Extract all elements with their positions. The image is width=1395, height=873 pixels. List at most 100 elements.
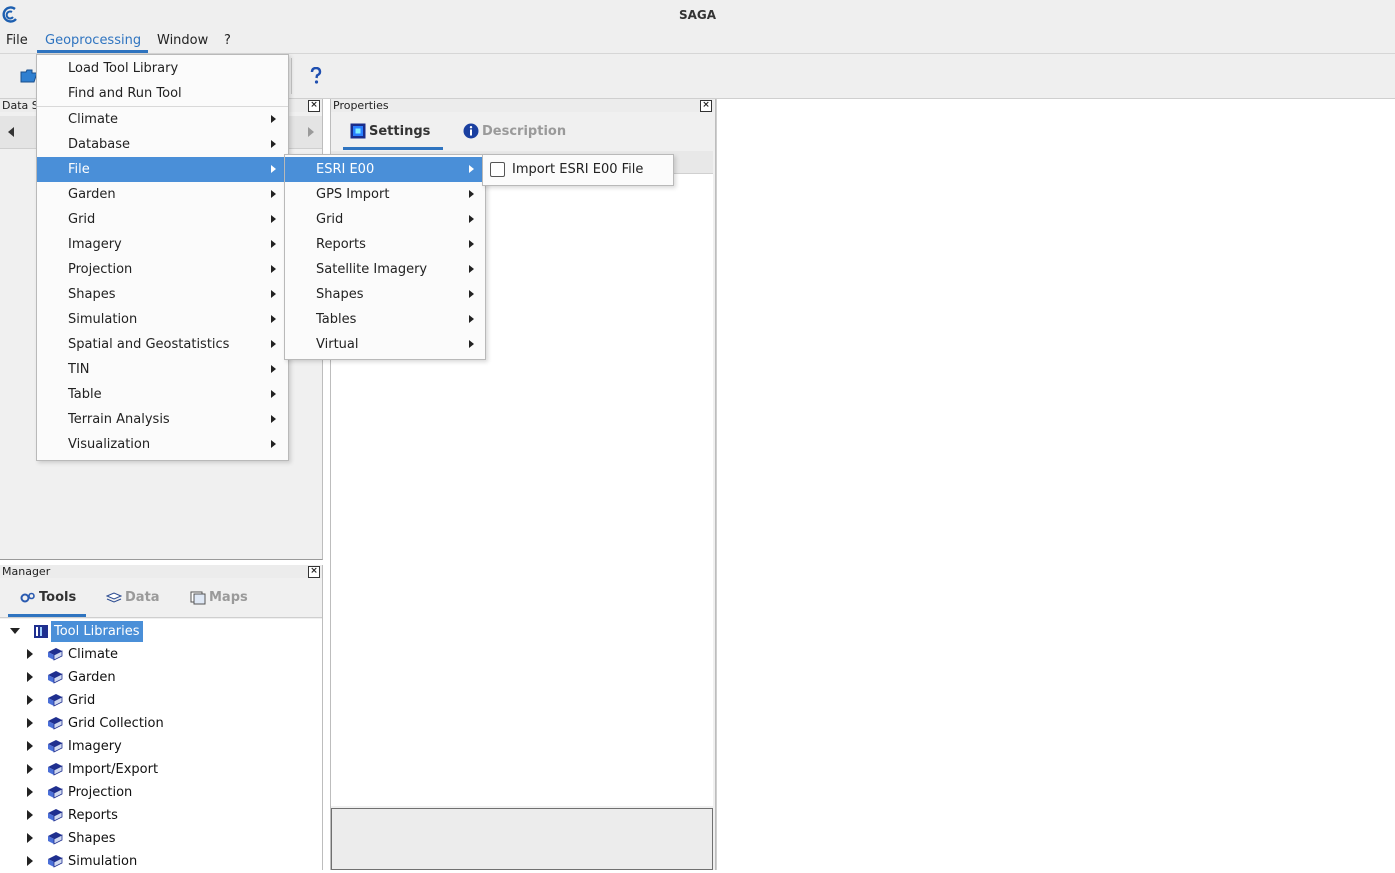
menu-item-label: Find and Run Tool <box>68 86 182 101</box>
tab-maps[interactable]: Maps <box>190 590 248 605</box>
tab-data[interactable]: Data <box>106 590 160 605</box>
menu-item-label: Load Tool Library <box>68 61 179 76</box>
submenu-arrow-icon <box>271 440 276 448</box>
expand-arrow-icon[interactable] <box>27 672 33 682</box>
menu-category-file[interactable]: File <box>37 157 288 182</box>
scroll-left-icon[interactable] <box>8 127 14 137</box>
expand-arrow-icon[interactable] <box>27 833 33 843</box>
menu-item-label: Reports <box>316 237 366 252</box>
submenu-virtual[interactable]: Virtual <box>285 332 485 357</box>
menu-help[interactable]: ? <box>224 33 231 48</box>
menu-window[interactable]: Window <box>157 33 208 48</box>
manager-title: Manager <box>2 565 51 578</box>
book-icon <box>48 809 63 822</box>
menu-category-visualization[interactable]: Visualization <box>37 432 288 457</box>
menu-category-tin[interactable]: TIN <box>37 357 288 382</box>
submenu-arrow-icon <box>271 315 276 323</box>
expand-arrow-icon[interactable] <box>27 856 33 866</box>
menu-load-tool-library[interactable]: Load Tool Library <box>37 56 288 81</box>
menu-item-label: Garden <box>68 187 116 202</box>
properties-title: Properties <box>333 99 389 112</box>
menu-item-label: Virtual <box>316 337 359 352</box>
menu-item-label: Database <box>68 137 131 152</box>
submenu-arrow-icon <box>469 315 474 323</box>
tab-settings[interactable]: Settings <box>350 123 430 139</box>
map-workspace[interactable] <box>716 99 1395 870</box>
menu-item-label: Satellite Imagery <box>316 262 428 277</box>
menu-category-database[interactable]: Database <box>37 132 288 157</box>
tree-root-row[interactable]: Tool Libraries <box>0 620 322 643</box>
menu-find-and-run-tool[interactable]: Find and Run Tool <box>37 81 288 106</box>
tree-item-grid[interactable]: Grid <box>0 689 322 712</box>
tree-item-garden[interactable]: Garden <box>0 666 322 689</box>
menu-category-grid[interactable]: Grid <box>37 207 288 232</box>
geoprocessing-menu: Load Tool Library Find and Run Tool Clim… <box>36 54 289 461</box>
book-icon <box>48 717 63 730</box>
tab-maps-label: Maps <box>209 590 248 605</box>
submenu-arrow-icon <box>271 290 276 298</box>
submenu-shapes[interactable]: Shapes <box>285 282 485 307</box>
submenu-arrow-icon <box>271 340 276 348</box>
menu-item-label: Imagery <box>68 237 122 252</box>
menu-category-imagery[interactable]: Imagery <box>37 232 288 257</box>
expand-arrow-icon[interactable] <box>27 649 33 659</box>
menu-import-esri-e00-file[interactable]: Import ESRI E00 File <box>483 157 673 182</box>
menu-category-projection[interactable]: Projection <box>37 257 288 282</box>
expand-arrow-icon[interactable] <box>27 810 33 820</box>
book-icon <box>48 855 63 868</box>
tab-description[interactable]: Description <box>463 123 566 139</box>
menu-category-simulation[interactable]: Simulation <box>37 307 288 332</box>
book-icon <box>48 694 63 707</box>
tab-tools[interactable]: Tools <box>20 590 76 605</box>
tree-item-imagery[interactable]: Imagery <box>0 735 322 758</box>
tree-item-climate[interactable]: Climate <box>0 643 322 666</box>
submenu-esri-e00[interactable]: ESRI E00 <box>285 157 485 182</box>
menu-file[interactable]: File <box>6 33 28 48</box>
menu-category-terrain-analysis[interactable]: Terrain Analysis <box>37 407 288 432</box>
tools-gear-icon <box>20 592 35 602</box>
tree-item-reports[interactable]: Reports <box>0 804 322 827</box>
tree-item-label: Simulation <box>68 854 138 869</box>
tool-checkbox-icon[interactable] <box>490 162 505 177</box>
submenu-arrow-icon <box>469 240 474 248</box>
expand-arrow-icon[interactable] <box>27 764 33 774</box>
book-icon <box>48 740 63 753</box>
manager-close-icon[interactable]: × <box>308 566 320 578</box>
menu-geoprocessing[interactable]: Geoprocessing <box>45 33 141 48</box>
scroll-right-icon[interactable] <box>308 127 314 137</box>
help-button[interactable] <box>301 61 331 91</box>
menu-category-climate[interactable]: Climate <box>37 107 288 132</box>
tree-item-shapes[interactable]: Shapes <box>0 827 322 850</box>
menu-category-shapes[interactable]: Shapes <box>37 282 288 307</box>
tree-item-label: Grid <box>68 693 96 708</box>
properties-close-icon[interactable]: × <box>700 100 712 112</box>
tree-item-import-export[interactable]: Import/Export <box>0 758 322 781</box>
menu-item-label: Terrain Analysis <box>68 412 170 427</box>
submenu-arrow-icon <box>271 215 276 223</box>
submenu-arrow-icon <box>469 340 474 348</box>
data-sources-close-icon[interactable]: × <box>308 100 320 112</box>
tree-item-projection[interactable]: Projection <box>0 781 322 804</box>
expand-arrow-icon[interactable] <box>27 741 33 751</box>
menu-category-table[interactable]: Table <box>37 382 288 407</box>
tree-item-label: Grid Collection <box>68 716 164 731</box>
menu-category-spatial-and-geostatistics[interactable]: Spatial and Geostatistics <box>37 332 288 357</box>
menu-item-label: Grid <box>316 212 344 227</box>
submenu-tables[interactable]: Tables <box>285 307 485 332</box>
tree-item-grid-collection[interactable]: Grid Collection <box>0 712 322 735</box>
book-icon <box>48 763 63 776</box>
submenu-satellite-imagery[interactable]: Satellite Imagery <box>285 257 485 282</box>
submenu-reports[interactable]: Reports <box>285 232 485 257</box>
tree-root-label[interactable]: Tool Libraries <box>51 621 143 642</box>
data-layers-icon <box>106 591 122 603</box>
esri-e00-submenu: Import ESRI E00 File <box>482 154 674 186</box>
menu-category-garden[interactable]: Garden <box>37 182 288 207</box>
submenu-grid[interactable]: Grid <box>285 207 485 232</box>
expand-arrow-icon[interactable] <box>27 718 33 728</box>
submenu-arrow-icon <box>271 140 276 148</box>
menu-item-label: Visualization <box>68 437 151 452</box>
submenu-gps-import[interactable]: GPS Import <box>285 182 485 207</box>
collapse-arrow-icon[interactable] <box>10 628 20 634</box>
expand-arrow-icon[interactable] <box>27 695 33 705</box>
expand-arrow-icon[interactable] <box>27 787 33 797</box>
